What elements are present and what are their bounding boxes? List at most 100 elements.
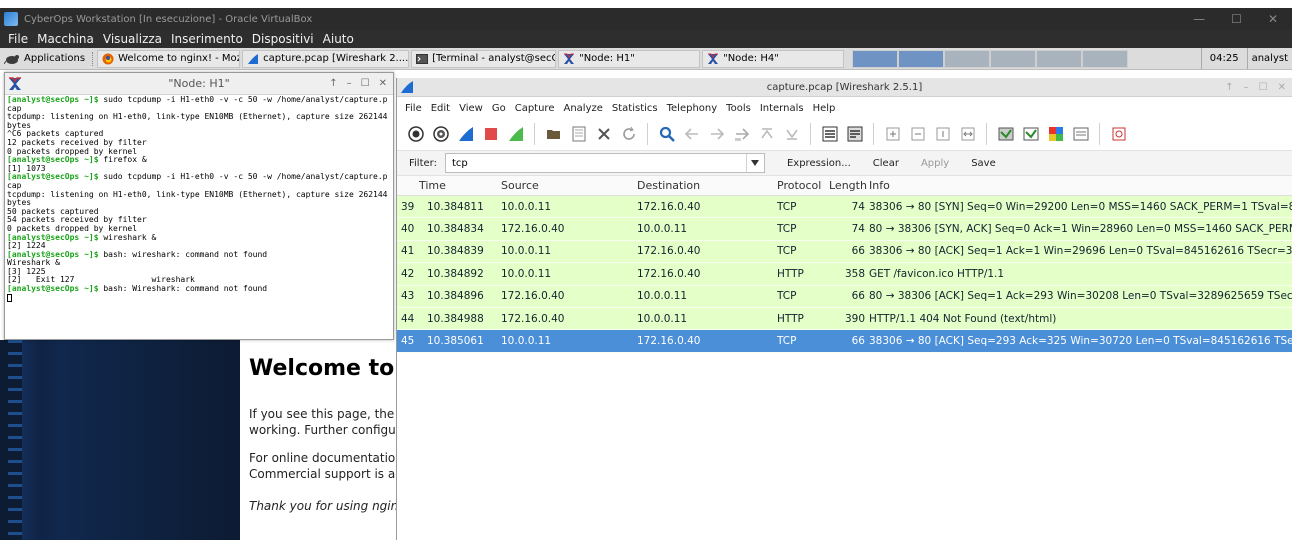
options-button[interactable] xyxy=(432,126,449,143)
arrow-forward-icon xyxy=(710,128,724,140)
restart-capture-button[interactable] xyxy=(507,126,524,143)
packet-row[interactable]: 44 10.384988 172.16.0.40 10.0.0.11 HTTP 390 HT… xyxy=(397,307,1292,331)
capture-filters-button[interactable] xyxy=(997,126,1014,143)
ws-menu-analyze[interactable]: Analyze xyxy=(563,103,602,114)
first-packet-button[interactable] xyxy=(758,126,775,143)
terminal-minimize-button[interactable]: – xyxy=(347,78,352,89)
resize-columns-button[interactable] xyxy=(959,126,976,143)
preferences-button[interactable] xyxy=(1072,126,1089,143)
filter-clear-button[interactable]: Clear xyxy=(873,158,899,169)
colorize-button[interactable] xyxy=(821,126,838,143)
taskbar-clock[interactable]: 04:25 xyxy=(1200,48,1247,69)
zoom-out-button[interactable] xyxy=(909,126,926,143)
taskbar-user[interactable]: analyst xyxy=(1246,48,1292,69)
terminal-shade-button[interactable]: ↑ xyxy=(329,78,337,89)
ws-menu-file[interactable]: File xyxy=(405,103,422,114)
packet-row[interactable]: 39 10.384811 10.0.0.11 172.16.0.40 TCP 74 3830… xyxy=(397,196,1292,219)
column-header-destination[interactable]: Destination xyxy=(637,179,777,192)
vbox-close-button[interactable]: ✕ xyxy=(1268,12,1278,26)
packet-row[interactable]: 45 10.385061 10.0.0.11 172.16.0.40 TCP 66 3830… xyxy=(397,330,1292,353)
taskbar-item-terminal[interactable]: [Terminal - analyst@secOps... xyxy=(411,49,557,68)
stop-capture-button[interactable] xyxy=(482,126,499,143)
filter-save-button[interactable]: Save xyxy=(971,158,996,169)
workspace-1[interactable] xyxy=(852,49,899,68)
filter-expression-button[interactable]: Expression... xyxy=(787,158,851,169)
display-filters-button[interactable] xyxy=(1022,126,1039,143)
interfaces-button[interactable] xyxy=(407,126,424,143)
packet-row[interactable]: 42 10.384892 10.0.0.11 172.16.0.40 HTTP 358 GE… xyxy=(397,263,1292,286)
filter-history-dropdown[interactable] xyxy=(745,154,764,172)
vbox-menu-input[interactable]: Inserimento xyxy=(171,32,243,46)
terminal-line: [analyst@secOps ~]$ bash: Wireshark: com… xyxy=(7,284,391,294)
taskbar-item-node-h1[interactable]: "Node: H1" xyxy=(558,49,701,68)
save-file-button[interactable] xyxy=(570,126,587,143)
packet-row[interactable]: 40 10.384834 172.16.0.40 10.0.0.11 TCP 74 80 →… xyxy=(397,218,1292,241)
workspace-6[interactable] xyxy=(1082,49,1129,68)
terminal-window-node-h1[interactable]: "Node: H1" ↑ – ☐ ✕ [analyst@secOps ~]$ s… xyxy=(4,72,394,340)
go-to-packet-button[interactable] xyxy=(733,126,750,143)
wireshark-titlebar[interactable]: capture.pcap [Wireshark 2.5.1] ↑ – ☐ ✕ xyxy=(397,78,1292,97)
workspace-3[interactable] xyxy=(944,49,991,68)
find-packet-button[interactable] xyxy=(658,126,675,143)
filter-apply-button[interactable]: Apply xyxy=(921,158,949,169)
go-forward-button[interactable] xyxy=(708,126,725,143)
display-filter-input[interactable]: tcp xyxy=(444,153,765,173)
packet-row[interactable]: 43 10.384896 172.16.0.40 10.0.0.11 TCP 66 80 →… xyxy=(397,285,1292,308)
workspace-5[interactable] xyxy=(1036,49,1083,68)
zoom-in-button[interactable] xyxy=(884,126,901,143)
column-header-protocol[interactable]: Protocol xyxy=(777,179,829,192)
column-header-info[interactable]: Info xyxy=(869,179,1292,192)
coloring-rules-button[interactable] xyxy=(1047,126,1064,143)
last-packet-button[interactable] xyxy=(783,126,800,143)
open-file-button[interactable] xyxy=(545,126,562,143)
ws-menu-telephony[interactable]: Telephony xyxy=(667,103,718,114)
column-header-time[interactable]: Time xyxy=(397,179,501,192)
normal-size-button[interactable] xyxy=(934,126,951,143)
auto-scroll-button[interactable] xyxy=(846,126,863,143)
vbox-minimize-button[interactable]: — xyxy=(1193,12,1205,26)
vbox-menu-devices[interactable]: Dispositivi xyxy=(252,32,314,46)
terminal-titlebar[interactable]: "Node: H1" ↑ – ☐ ✕ xyxy=(5,73,393,95)
vbox-maximize-button[interactable]: ☐ xyxy=(1231,12,1242,26)
packet-time: 10.384811 xyxy=(427,200,484,213)
column-header-length[interactable]: Length xyxy=(829,179,869,192)
taskbar-item-wireshark[interactable]: capture.pcap [Wireshark 2.... xyxy=(242,49,410,68)
ws-menu-statistics[interactable]: Statistics xyxy=(612,103,658,114)
applications-menu-button[interactable]: Applications xyxy=(0,48,89,69)
vbox-menu-file[interactable]: File xyxy=(8,32,28,46)
workspace-2[interactable] xyxy=(898,49,945,68)
packet-row[interactable]: 41 10.384839 10.0.0.11 172.16.0.40 TCP 66 3830… xyxy=(397,240,1292,264)
ws-menu-help[interactable]: Help xyxy=(813,103,836,114)
vbox-menu-view[interactable]: Visualizza xyxy=(103,32,162,46)
ws-menu-capture[interactable]: Capture xyxy=(515,103,555,114)
terminal-close-button[interactable]: ✕ xyxy=(379,78,387,89)
terminal-maximize-button[interactable]: ☐ xyxy=(361,78,370,89)
workspace-switcher[interactable] xyxy=(852,49,1129,68)
workspace-4[interactable] xyxy=(990,49,1037,68)
terminal-output[interactable]: [analyst@secOps ~]$ sudo tcpdump -i H1-e… xyxy=(5,95,393,339)
start-capture-button[interactable] xyxy=(457,126,474,143)
ws-menu-view[interactable]: View xyxy=(459,103,483,114)
packet-source: 172.16.0.40 xyxy=(501,223,565,236)
packet-protocol: HTTP xyxy=(777,267,804,280)
help-button[interactable] xyxy=(1110,126,1127,143)
wireshark-close-button[interactable]: ✕ xyxy=(1278,82,1286,93)
taskbar-item-node-h4[interactable]: "Node: H4" xyxy=(702,49,845,68)
close-file-button[interactable] xyxy=(595,126,612,143)
ws-menu-go[interactable]: Go xyxy=(492,103,506,114)
applications-label: Applications xyxy=(24,53,86,64)
vbox-menu-help[interactable]: Aiuto xyxy=(323,32,354,46)
wireshark-minimize-button[interactable]: – xyxy=(1244,82,1249,93)
wireshark-window[interactable]: capture.pcap [Wireshark 2.5.1] ↑ – ☐ ✕ F… xyxy=(396,78,1292,540)
vbox-menu-machine[interactable]: Macchina xyxy=(37,32,94,46)
wireshark-shade-button[interactable]: ↑ xyxy=(1225,82,1233,93)
ws-menu-edit[interactable]: Edit xyxy=(431,103,450,114)
ws-menu-tools[interactable]: Tools xyxy=(726,103,751,114)
packet-number: 40 xyxy=(401,223,415,236)
go-back-button[interactable] xyxy=(683,126,700,143)
taskbar-item-firefox[interactable]: Welcome to nginx! - Mozilla ... xyxy=(97,49,241,68)
ws-menu-internals[interactable]: Internals xyxy=(760,103,804,114)
column-header-source[interactable]: Source xyxy=(501,179,637,192)
reload-file-button[interactable] xyxy=(620,126,637,143)
wireshark-maximize-button[interactable]: ☐ xyxy=(1259,82,1268,93)
